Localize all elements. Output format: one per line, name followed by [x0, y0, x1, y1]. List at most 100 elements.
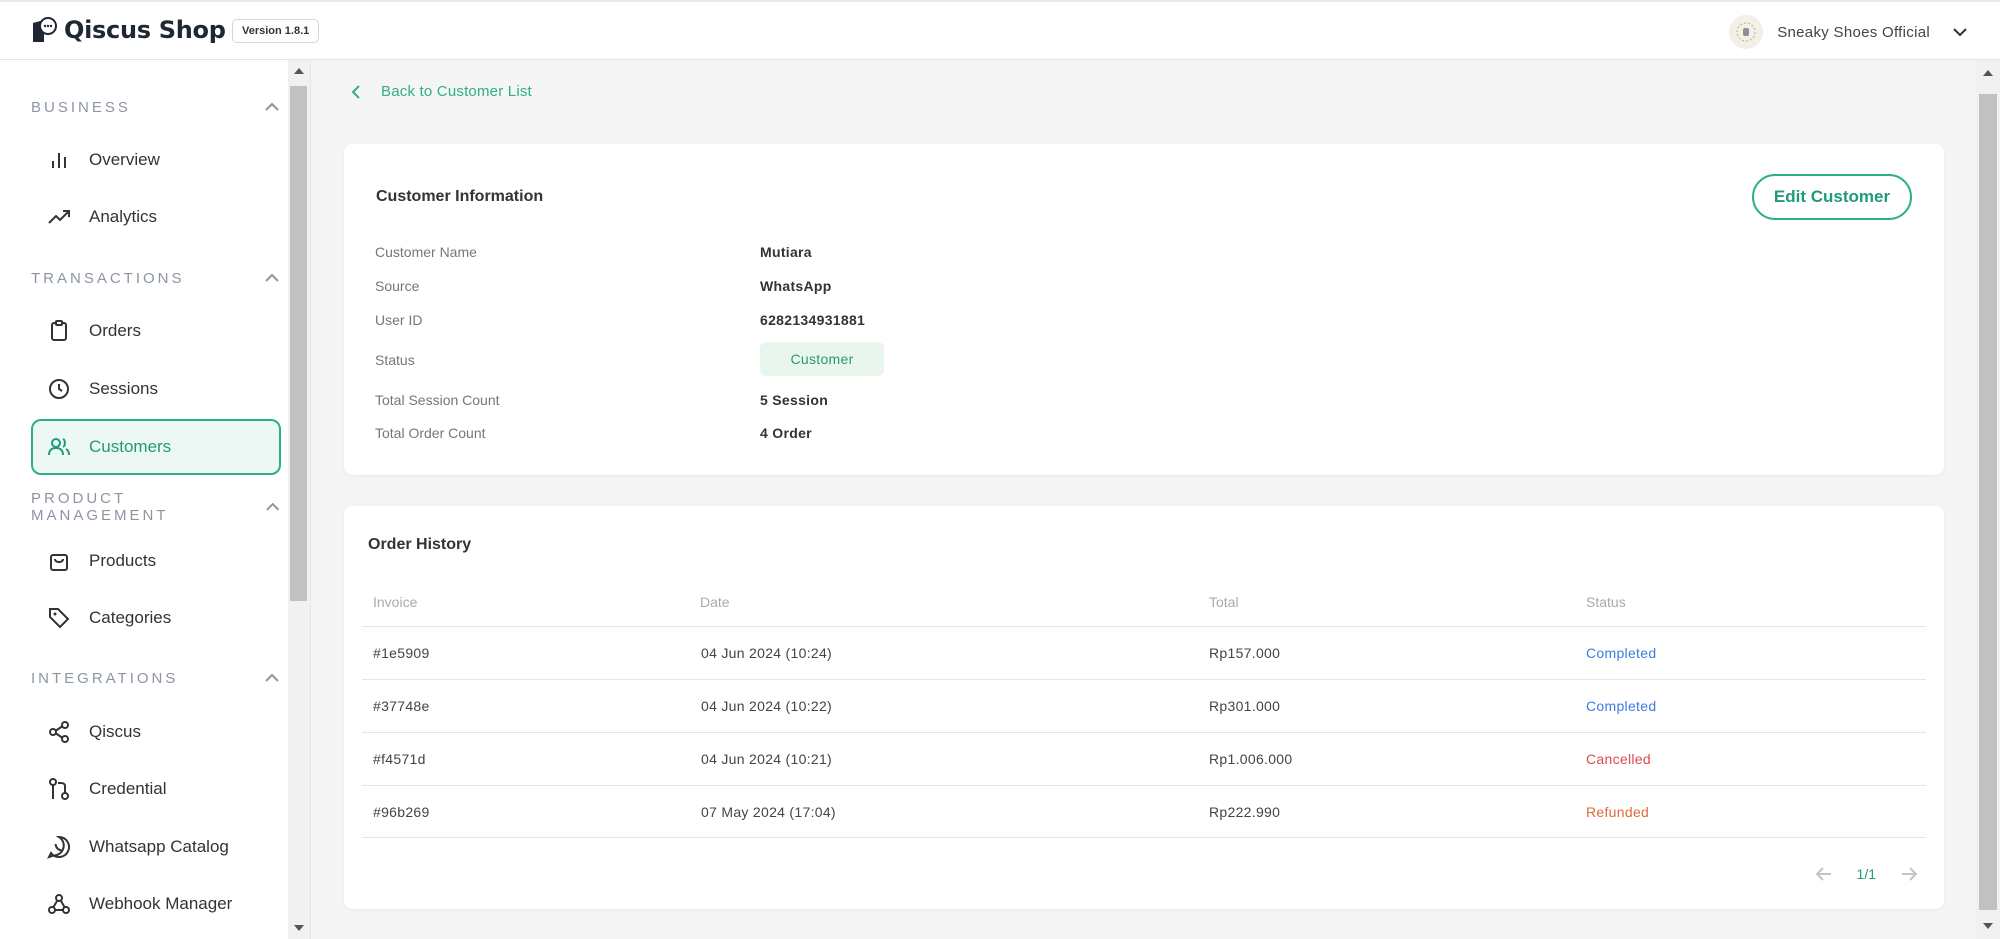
total-cell: Rp222.990 [1209, 804, 1281, 820]
pagination: 1/1 [1813, 863, 1920, 885]
page-indicator: 1/1 [1856, 866, 1876, 882]
section-transactions[interactable]: TRANSACTIONS [31, 268, 281, 288]
column-header-total[interactable]: Total [1209, 594, 1239, 610]
sidebar-item-label: Credential [89, 779, 167, 798]
scroll-up-arrow-icon[interactable] [294, 68, 304, 74]
arrow-left-icon[interactable] [1813, 863, 1835, 885]
section-title: BUSINESS [31, 98, 131, 116]
sidebar-item-label: Webhook Manager [89, 894, 233, 913]
sidebar-item-label: Sessions [89, 379, 158, 398]
field-label-total-order-count: Total Order Count [375, 425, 486, 441]
field-value-total-order-count: 4 Order [760, 425, 812, 441]
table-row[interactable]: #1e5909 04 Jun 2024 (10:24) Rp157.000 Co… [362, 627, 1926, 679]
trending-up-icon [48, 210, 70, 224]
sidebar-nav: BUSINESS Overview Analytics TRANSACTIONS… [0, 60, 288, 939]
card-title: Order History [368, 536, 472, 553]
field-value-customer-name: Mutiara [760, 244, 812, 260]
section-product-management[interactable]: PRODUCT MANAGEMENT [31, 490, 281, 524]
date-cell: 04 Jun 2024 (10:21) [701, 751, 833, 767]
chevron-down-icon[interactable] [1950, 22, 1970, 42]
user-menu[interactable]: Sneaky Shoes Official [1729, 15, 1970, 49]
order-history-card: Order History Invoice Date Total Status … [344, 506, 1944, 909]
section-title: INTEGRATIONS [31, 669, 179, 687]
scroll-down-arrow-icon[interactable] [294, 925, 304, 931]
back-to-customer-list-link[interactable]: Back to Customer List [348, 83, 532, 100]
table-row[interactable]: #96b269 07 May 2024 (17:04) Rp222.990 Re… [362, 786, 1926, 838]
section-title: PRODUCT MANAGEMENT [31, 490, 169, 524]
edit-customer-button[interactable]: Edit Customer [1752, 174, 1912, 220]
section-business[interactable]: BUSINESS [31, 97, 281, 117]
sidebar-scrollbar[interactable] [288, 60, 310, 939]
sidebar-item-label: Categories [89, 608, 172, 627]
total-cell: Rp157.000 [1209, 645, 1281, 661]
sidebar-item-label: Customers [89, 437, 172, 456]
invoice-cell[interactable]: #96b269 [373, 804, 430, 820]
row-divider [362, 837, 1926, 838]
chevron-up-icon[interactable] [263, 98, 281, 116]
invoice-cell[interactable]: #37748e [373, 698, 430, 714]
column-header-status[interactable]: Status [1586, 594, 1626, 610]
table-row[interactable]: #37748e 04 Jun 2024 (10:22) Rp301.000 Co… [362, 680, 1926, 732]
user-name: Sneaky Shoes Official [1777, 23, 1930, 41]
chevron-left-icon [351, 84, 360, 99]
shoe-logo-icon [1736, 22, 1756, 42]
git-pull-request-icon [49, 778, 69, 800]
card-title: Customer Information [376, 188, 544, 205]
app-logo[interactable]: Qiscus Shop [30, 16, 226, 44]
chevron-up-icon[interactable] [264, 498, 281, 516]
field-label-source: Source [375, 278, 420, 294]
date-cell: 04 Jun 2024 (10:24) [701, 645, 833, 661]
main-scrollbar[interactable] [1976, 60, 2000, 939]
chevron-up-icon[interactable] [263, 269, 281, 287]
sidebar-item-whatsapp-catalog[interactable]: Whatsapp Catalog [31, 819, 281, 875]
version-badge: Version 1.8.1 [232, 19, 320, 43]
table-row[interactable]: #f4571d 04 Jun 2024 (10:21) Rp1.006.000 … [362, 733, 1926, 785]
sidebar-item-products[interactable]: Products [31, 533, 281, 589]
column-header-date[interactable]: Date [700, 594, 730, 610]
whatsapp-icon [47, 835, 70, 859]
invoice-cell[interactable]: #f4571d [373, 751, 426, 767]
sidebar-item-overview[interactable]: Overview [31, 132, 281, 188]
sidebar-item-analytics[interactable]: Analytics [31, 189, 281, 245]
sidebar-item-categories[interactable]: Categories [31, 590, 281, 646]
field-label-user-id: User ID [375, 312, 423, 328]
status-cell: Refunded [1586, 804, 1650, 820]
total-cell: Rp301.000 [1209, 698, 1281, 714]
invoice-cell[interactable]: #1e5909 [373, 645, 430, 661]
sidebar-item-credential[interactable]: Credential [31, 761, 281, 817]
field-label-total-session-count: Total Session Count [375, 392, 500, 408]
back-link-label: Back to Customer List [381, 83, 532, 100]
app-title: Qiscus Shop [64, 16, 226, 44]
sidebar-scroll-thumb[interactable] [290, 86, 307, 601]
field-value-total-session-count: 5 Session [760, 392, 829, 408]
status-cell: Cancelled [1586, 751, 1651, 767]
sidebar-item-orders[interactable]: Orders [31, 303, 281, 359]
sidebar-item-webhook-manager[interactable]: Webhook Manager [31, 876, 281, 932]
bar-chart-icon [52, 153, 66, 168]
status-badge: Customer [760, 342, 884, 376]
column-header-invoice[interactable]: Invoice [373, 594, 417, 610]
field-label-status: Status [375, 352, 415, 368]
share-icon [49, 721, 69, 743]
arrow-right-icon[interactable] [1898, 863, 1920, 885]
shopping-bag-icon [50, 554, 68, 571]
sidebar: BUSINESS Overview Analytics TRANSACTIONS… [0, 60, 311, 939]
status-cell: Completed [1586, 645, 1657, 661]
status-cell: Completed [1586, 698, 1657, 714]
scroll-down-arrow-icon[interactable] [1983, 923, 1993, 929]
chevron-up-icon[interactable] [263, 669, 281, 687]
scroll-up-arrow-icon[interactable] [1983, 70, 1993, 76]
clipboard-icon [51, 320, 67, 341]
sidebar-item-label: Orders [89, 321, 141, 340]
sidebar-item-customers[interactable]: Customers [31, 419, 281, 475]
users-icon [48, 438, 70, 456]
clock-icon [49, 379, 69, 399]
sidebar-item-qiscus[interactable]: Qiscus [31, 704, 281, 760]
sidebar-item-label: Analytics [89, 207, 158, 226]
sidebar-item-sessions[interactable]: Sessions [31, 361, 281, 417]
main-scroll-thumb[interactable] [1979, 94, 1997, 910]
sidebar-item-label: Qiscus [89, 722, 141, 741]
section-integrations[interactable]: INTEGRATIONS [31, 668, 281, 688]
section-title: TRANSACTIONS [31, 269, 185, 287]
date-cell: 07 May 2024 (17:04) [701, 804, 836, 820]
